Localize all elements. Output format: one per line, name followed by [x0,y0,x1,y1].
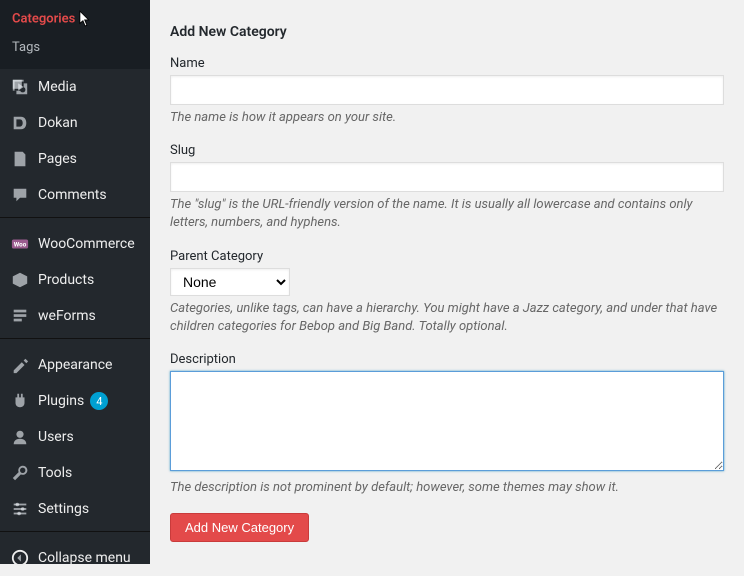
sidebar-item-weforms[interactable]: weForms [0,298,150,334]
sidebar-item-dokan[interactable]: Dokan [0,105,150,141]
sidebar-item-label: Settings [38,501,89,517]
name-input[interactable] [170,75,724,105]
slug-label: Slug [170,143,724,158]
sidebar-item-label: Media [38,79,77,95]
sidebar-item-label: Plugins [38,393,84,409]
users-icon [10,427,30,447]
name-help: The name is how it appears on your site. [170,109,724,127]
sidebar-item-label: Users [38,429,74,445]
menu-separator [0,338,150,343]
appearance-icon [10,355,30,375]
plugins-update-badge: 4 [90,392,108,410]
field-description: Description The description is not promi… [170,352,724,497]
sidebar-item-plugins[interactable]: Plugins 4 [0,383,150,419]
field-slug: Slug The "slug" is the URL-friendly vers… [170,143,724,232]
sidebar-item-pages[interactable]: Pages [0,141,150,177]
sidebar-item-users[interactable]: Users [0,419,150,455]
slug-input[interactable] [170,162,724,192]
menu-separator [0,531,150,536]
main-content: Add New Category Name The name is how it… [150,0,744,564]
pages-icon [10,149,30,169]
sidebar-item-label: Comments [38,187,107,203]
sidebar-item-settings[interactable]: Settings [0,491,150,527]
dokan-icon [10,113,30,133]
woocommerce-icon: Woo [10,234,30,254]
parent-select[interactable]: None [170,268,290,296]
products-icon [10,270,30,290]
weforms-icon [10,306,30,326]
form-title: Add New Category [170,24,724,40]
tools-icon [10,463,30,483]
add-category-button[interactable]: Add New Category [170,513,309,542]
sidebar-item-label: Tools [38,465,72,481]
submenu-tags[interactable]: Tags [0,34,150,61]
sidebar-item-label: Pages [38,151,77,167]
description-label: Description [170,352,724,367]
comments-icon [10,185,30,205]
sidebar-item-label: Dokan [38,115,78,131]
submenu-categories[interactable]: Categories [0,4,150,34]
menu-separator [0,217,150,222]
sidebar-item-collapse[interactable]: Collapse menu [0,540,150,576]
posts-submenu: Categories Tags [0,0,150,69]
field-parent: Parent Category None Categories, unlike … [170,249,724,336]
sidebar-item-label: weForms [38,308,96,324]
description-textarea[interactable] [170,371,724,471]
slug-help: The "slug" is the URL-friendly version o… [170,196,724,232]
sidebar-item-appearance[interactable]: Appearance [0,347,150,383]
submenu-tags-label: Tags [12,40,40,55]
parent-help: Categories, unlike tags, can have a hier… [170,300,724,336]
media-icon [10,77,30,97]
sidebar-item-comments[interactable]: Comments [0,177,150,213]
field-name: Name The name is how it appears on your … [170,56,724,127]
sidebar-item-media[interactable]: Media [0,69,150,105]
parent-label: Parent Category [170,249,724,264]
admin-sidebar: Categories Tags Media Dokan Pages Commen… [0,0,150,564]
description-help: The description is not prominent by defa… [170,479,724,497]
sidebar-item-products[interactable]: Products [0,262,150,298]
sidebar-item-label: Products [38,272,94,288]
svg-text:Woo: Woo [14,241,27,249]
plugins-icon [10,391,30,411]
cursor-icon [79,10,93,28]
name-label: Name [170,56,724,71]
sidebar-item-tools[interactable]: Tools [0,455,150,491]
sidebar-item-label: Appearance [38,357,112,373]
collapse-icon [10,548,30,568]
sidebar-item-woocommerce[interactable]: Woo WooCommerce [0,226,150,262]
settings-icon [10,499,30,519]
sidebar-item-label: WooCommerce [38,236,135,252]
submenu-categories-label: Categories [12,11,75,26]
main-menu: Media Dokan Pages Comments Woo WooCommer… [0,69,150,576]
